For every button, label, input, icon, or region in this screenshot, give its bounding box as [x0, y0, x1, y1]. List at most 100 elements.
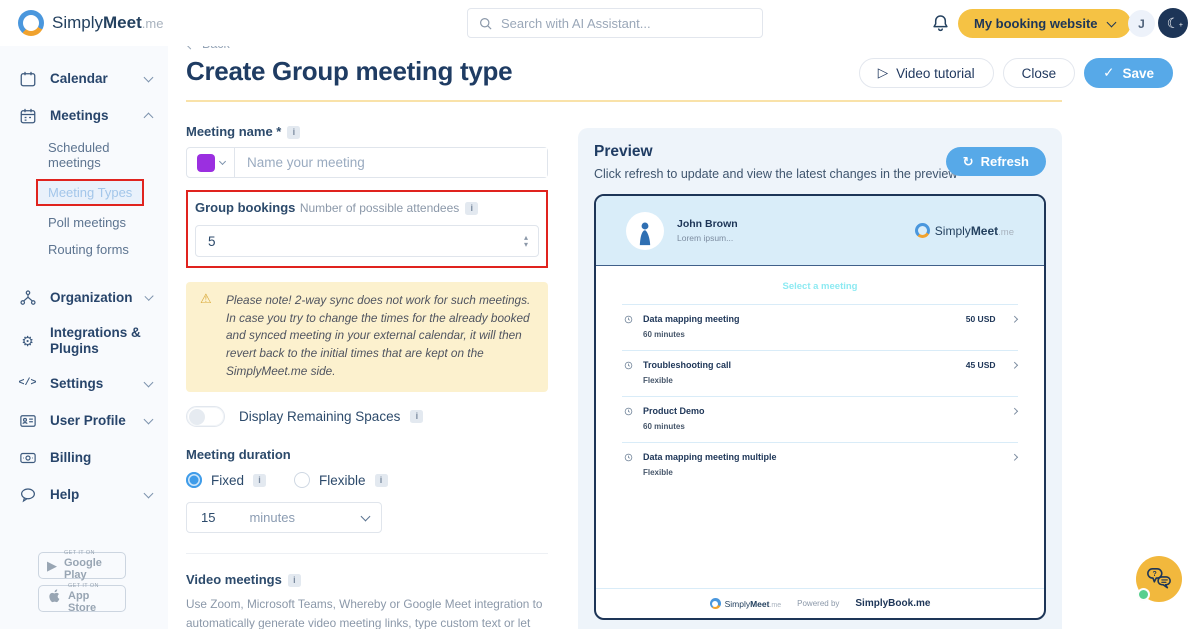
radio-selected-icon [186, 472, 202, 488]
video-tutorial-button[interactable]: ▷Video tutorial [859, 58, 994, 88]
preview-meeting-row[interactable]: Data mapping meeting 50 USD 60 minutes [622, 304, 1018, 350]
sidebar-item-scheduled-meetings[interactable]: Scheduled meetings [0, 134, 168, 176]
select-meeting-label: Select a meeting [596, 281, 1044, 292]
live-chat-widget[interactable]: ? [1136, 556, 1182, 602]
google-play-icon: ▶ [47, 558, 57, 574]
host-tagline: Lorem ipsum... [677, 233, 738, 243]
chevron-up-icon [144, 113, 154, 123]
sidebar-item-meeting-types-active[interactable]: Meeting Types [36, 179, 144, 206]
sidebar-item-routing-forms[interactable]: Routing forms [0, 236, 168, 263]
meeting-name-input[interactable] [235, 148, 547, 177]
google-play-badge[interactable]: ▶ GET IT ONGoogle Play [38, 552, 126, 579]
preview-simplymeet-logo: SimplyMeet.me [915, 223, 1014, 238]
radio-flexible[interactable]: Flexiblei [294, 472, 388, 488]
sidebar-item-user-profile[interactable]: User Profile [0, 402, 168, 439]
preview-meeting-list: Data mapping meeting 50 USD 60 minutes T… [622, 304, 1018, 488]
chat-bubbles-icon: ? [1144, 566, 1174, 592]
info-icon[interactable]: i [375, 474, 388, 487]
duration-select[interactable]: 15 minutes [186, 502, 382, 533]
sidebar-item-integrations[interactable]: ⚙ Integrations & Plugins [0, 316, 168, 365]
search-input[interactable] [501, 16, 752, 31]
toggle-label: Display Remaining Spaces [239, 409, 400, 424]
chevron-down-icon [144, 377, 154, 387]
toggle-knob [189, 409, 205, 425]
simplymeet-logo-icon [915, 223, 930, 238]
attendees-number-field: ▴▾ [195, 225, 539, 257]
preview-footer: SimplyMeet.me Powered by SimplyBook.me [596, 588, 1044, 618]
help-chat-icon [18, 485, 37, 504]
refresh-button[interactable]: ↻Refresh [946, 147, 1046, 176]
preview-meeting-row[interactable]: Product Demo 60 minutes [622, 396, 1018, 442]
ai-search-bar[interactable] [467, 8, 763, 38]
app-root: SimplyMeet.me My booking website J ☾+ Ca… [0, 0, 1200, 629]
chevron-down-icon [218, 157, 225, 164]
chevron-right-icon [1011, 454, 1017, 460]
page-title: Create Group meeting type [186, 56, 512, 87]
attendees-number-input[interactable] [208, 234, 268, 249]
chevron-down-icon [1106, 17, 1116, 27]
chevron-down-icon [144, 488, 154, 498]
radio-fixed[interactable]: Fixedi [186, 472, 266, 488]
sidebar-item-settings[interactable]: </> Settings [0, 365, 168, 402]
clock-icon [624, 361, 633, 370]
chevron-down-icon [144, 72, 154, 82]
dark-mode-toggle[interactable]: ☾+ [1158, 8, 1188, 38]
page-actions: ▷Video tutorial Close ✓Save [859, 58, 1173, 88]
info-icon[interactable]: i [287, 126, 300, 139]
my-booking-website-button[interactable]: My booking website [958, 9, 1131, 38]
save-button[interactable]: ✓Save [1084, 58, 1173, 88]
simplymeet-logo-icon [18, 10, 44, 36]
user-avatar[interactable]: J [1128, 10, 1155, 37]
organization-icon [18, 288, 37, 307]
info-icon[interactable]: i [288, 574, 301, 587]
chevron-down-icon [144, 414, 154, 424]
search-icon [478, 16, 493, 31]
warning-text: Please note! 2-way sync does not work fo… [226, 292, 534, 380]
preview-meeting-row[interactable]: Troubleshooting call 45 USD Flexible [622, 350, 1018, 396]
sidebar-item-organization[interactable]: Organization [0, 279, 168, 316]
video-meetings-description: Use Zoom, Microsoft Teams, Whereby or Go… [186, 595, 548, 629]
chevron-right-icon [1011, 362, 1017, 368]
sidebar-item-poll-meetings[interactable]: Poll meetings [0, 209, 168, 236]
meeting-name-label: Meeting name *i [186, 124, 548, 139]
booking-page-preview: John Brown Lorem ipsum... SimplyMeet.me … [594, 194, 1046, 620]
info-icon[interactable]: i [253, 474, 266, 487]
notifications-bell-icon[interactable] [930, 12, 951, 39]
preview-panel: Preview Click refresh to update and view… [578, 128, 1062, 629]
chevron-down-icon [361, 511, 371, 521]
chevron-right-icon [1011, 316, 1017, 322]
info-icon[interactable]: i [410, 410, 423, 423]
code-icon: </> [18, 374, 37, 393]
meeting-form: Meeting name *i Group bookings Number of… [186, 124, 548, 629]
duration-type-radios: Fixedi Flexiblei [186, 472, 548, 488]
sidebar-item-meetings[interactable]: Meetings [0, 97, 168, 134]
meetings-icon [18, 106, 37, 125]
display-remaining-spaces-toggle[interactable] [186, 406, 225, 427]
video-meetings-label: Video meetingsi [186, 572, 548, 587]
app-store-badge[interactable]: GET IT ONApp Store [38, 585, 126, 612]
calendar-icon [18, 69, 37, 88]
check-icon: ✓ [1103, 65, 1114, 81]
svg-text:?: ? [1153, 571, 1157, 578]
sidebar: Calendar Meetings Scheduled meetings Mee… [0, 46, 168, 629]
moon-icon: ☾ [1167, 15, 1180, 31]
simplymeet-logo-icon [710, 598, 721, 609]
simplymeet-logo-text: SimplyMeet.me [52, 13, 163, 33]
top-header: SimplyMeet.me My booking website J ☾+ [0, 0, 1200, 46]
apple-icon [47, 588, 61, 609]
app-logo: SimplyMeet.me [18, 10, 163, 36]
preview-meeting-row[interactable]: Data mapping meeting multiple Flexible [622, 442, 1018, 488]
clock-icon [624, 453, 633, 462]
refresh-icon: ↻ [963, 154, 974, 170]
info-icon[interactable]: i [465, 202, 478, 215]
remaining-spaces-row: Display Remaining Spaces i [186, 406, 548, 427]
clock-icon [624, 315, 633, 324]
sidebar-item-help[interactable]: Help [0, 476, 168, 513]
group-bookings-label: Group bookings Number of possible attend… [195, 199, 539, 217]
close-button[interactable]: Close [1003, 58, 1076, 88]
clock-icon [624, 407, 633, 416]
sidebar-item-billing[interactable]: Billing [0, 439, 168, 476]
color-picker-dropdown[interactable] [187, 148, 235, 177]
sidebar-item-calendar[interactable]: Calendar [0, 60, 168, 97]
number-stepper[interactable]: ▴▾ [524, 234, 528, 248]
